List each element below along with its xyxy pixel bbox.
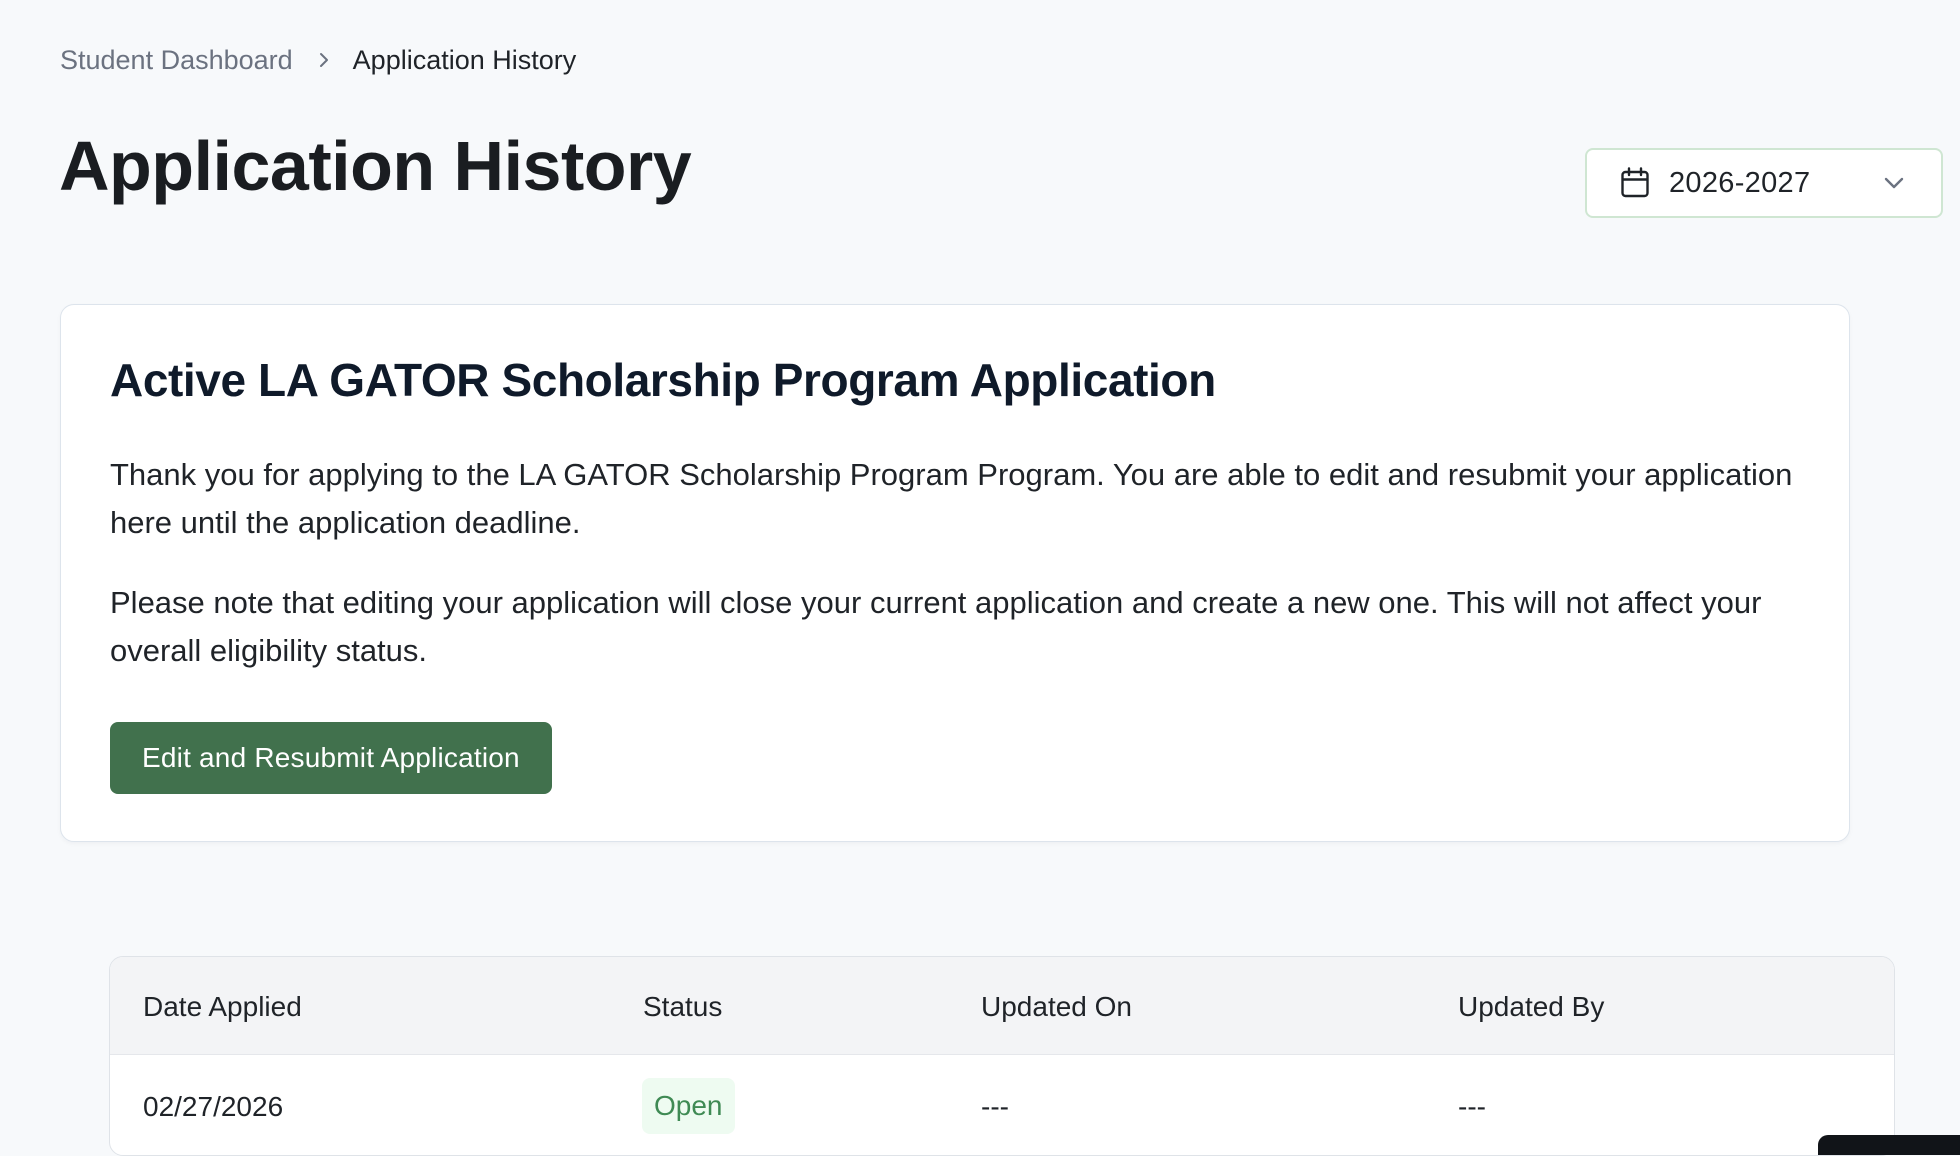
calendar-icon: [1620, 167, 1650, 199]
award-year-select[interactable]: 2026-2027: [1585, 148, 1943, 218]
application-intro-text: Thank you for applying to the LA GATOR S…: [110, 457, 1793, 540]
active-application-title: Active LA GATOR Scholarship Program Appl…: [110, 354, 1216, 406]
edit-resubmit-button[interactable]: Edit and Resubmit Application: [110, 722, 552, 794]
application-history-table: Date Applied Status Updated On Updated B…: [109, 956, 1895, 1156]
status-badge: Open: [642, 1078, 735, 1134]
active-application-card: Active LA GATOR Scholarship Program Appl…: [60, 304, 1850, 842]
column-header-status[interactable]: Status: [643, 991, 722, 1023]
cell-date-applied: 02/27/2026: [143, 1091, 284, 1122]
column-header-updated-on[interactable]: Updated On: [981, 991, 1132, 1023]
column-header-date-applied[interactable]: Date Applied: [143, 991, 302, 1023]
application-edit-note: Please note that editing your applicatio…: [110, 585, 1762, 668]
chevron-right-icon: [317, 50, 331, 70]
cell-updated-on: ---: [981, 1091, 1009, 1122]
column-header-updated-by[interactable]: Updated By: [1458, 991, 1604, 1023]
chevron-down-icon: [1883, 174, 1905, 192]
breadcrumb-current: Application History: [352, 44, 577, 75]
breadcrumb-student-dashboard[interactable]: Student Dashboard: [60, 45, 293, 76]
table-header: Date Applied Status Updated On Updated B…: [110, 957, 1894, 1055]
floating-widget-edge[interactable]: [1818, 1135, 1960, 1155]
award-year-value: 2026-2027: [1669, 166, 1811, 199]
page-title: Application History: [59, 127, 692, 205]
breadcrumb: Student Dashboard Application History: [60, 40, 576, 80]
cell-updated-by: ---: [1458, 1091, 1486, 1122]
